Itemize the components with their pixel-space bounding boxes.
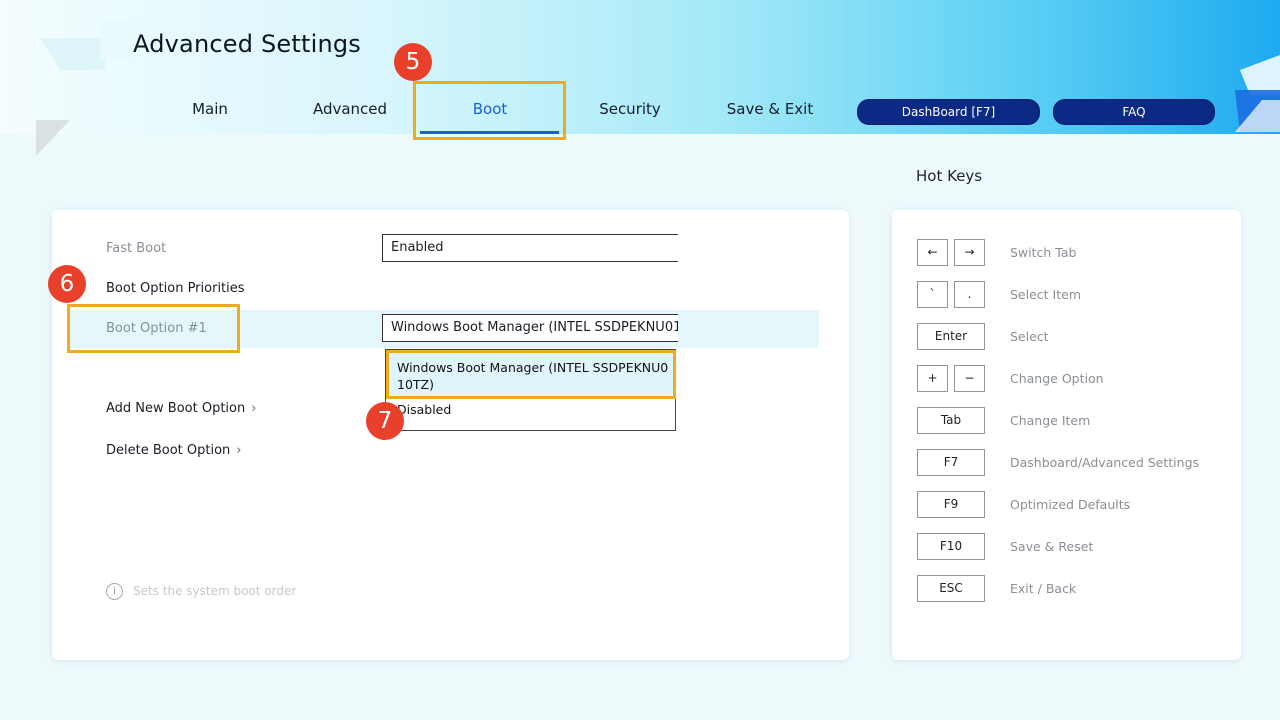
key-right-arrow: → (954, 239, 985, 266)
page-title: Advanced Settings (133, 30, 362, 58)
annotation-badge-6: 6 (48, 265, 86, 303)
delete-boot-option-label: Delete Boot Option (106, 443, 231, 458)
add-new-boot-option-label: Add New Boot Option (106, 401, 246, 416)
annotation-box-boot-option-1 (67, 304, 240, 353)
key-minus: − (954, 365, 985, 392)
annotation-badge-5: 5 (394, 43, 432, 81)
help-text-label: Sets the system boot order (133, 584, 297, 598)
annotation-badge-7: 7 (366, 402, 404, 440)
key-period: . (954, 281, 985, 308)
hotkey-desc-switch-tab: Switch Tab (1010, 245, 1077, 260)
tab-save-exit[interactable]: Save & Exit (715, 100, 825, 122)
hotkey-desc-change-item: Change Item (1010, 413, 1091, 428)
decorative-shapes (36, 20, 1280, 156)
add-new-boot-option-link[interactable]: Add New Boot Option › (106, 401, 256, 416)
hotkey-desc-exit-back: Exit / Back (1010, 581, 1077, 596)
dropdown-option-disabled[interactable]: Disabled (386, 402, 675, 426)
hotkey-desc-dashboard: Dashboard/Advanced Settings (1010, 455, 1200, 470)
tab-main[interactable]: Main (170, 100, 250, 122)
key-backtick: ˋ (917, 281, 948, 308)
hotkey-desc-select-item: Select Item (1010, 287, 1081, 302)
info-icon: i (106, 583, 123, 600)
chevron-right-icon: › (236, 443, 242, 458)
tab-security[interactable]: Security (580, 100, 680, 122)
boot-option-priorities-heading: Boot Option Priorities (106, 281, 245, 296)
boot-option-1-field[interactable]: Windows Boot Manager (INTEL SSDPEKNU010 (382, 314, 678, 342)
tab-advanced[interactable]: Advanced (300, 100, 400, 122)
chevron-right-icon: › (251, 401, 257, 416)
key-left-arrow: ← (917, 239, 948, 266)
fast-boot-label: Fast Boot (106, 241, 167, 256)
key-f7: F7 (917, 449, 985, 476)
dashboard-button[interactable]: DashBoard [F7] (857, 99, 1040, 125)
hotkey-desc-save-reset: Save & Reset (1010, 539, 1094, 554)
key-esc: ESC (917, 575, 985, 602)
key-plus: + (917, 365, 948, 392)
faq-button[interactable]: FAQ (1053, 99, 1215, 125)
delete-boot-option-link[interactable]: Delete Boot Option › (106, 443, 242, 458)
fast-boot-field[interactable]: Enabled (382, 234, 678, 262)
hotkeys-title: Hot Keys (916, 167, 983, 185)
key-f10: F10 (917, 533, 985, 560)
hotkey-desc-select: Select (1010, 329, 1049, 344)
annotation-box-dropdown-option (386, 350, 676, 399)
key-tab: Tab (917, 407, 985, 434)
key-f9: F9 (917, 491, 985, 518)
annotation-box-boot-tab (413, 81, 566, 140)
hotkey-desc-change-option: Change Option (1010, 371, 1104, 386)
key-enter: Enter (917, 323, 985, 350)
hotkey-desc-optimized-defaults: Optimized Defaults (1010, 497, 1131, 512)
help-text: i Sets the system boot order (106, 583, 296, 600)
